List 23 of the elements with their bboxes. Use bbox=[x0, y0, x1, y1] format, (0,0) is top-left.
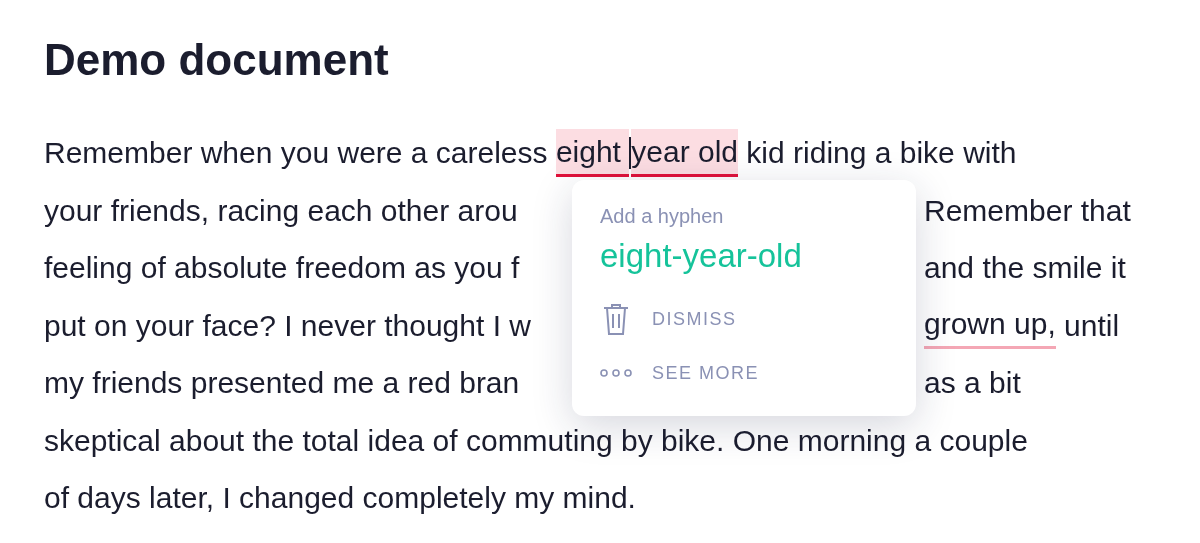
text-fragment: skeptical about the total idea of commuting by bike. One morning a couple bbox=[44, 422, 1028, 459]
text-fragment: feeling of absolute freedom as you f bbox=[44, 250, 520, 287]
text-fragment: my friends presented me a red bran bbox=[44, 365, 520, 402]
document-title: Demo document bbox=[44, 34, 390, 86]
underlined-text: grown up, bbox=[924, 301, 1056, 350]
text-fragment: kid riding a bike with bbox=[745, 135, 1017, 172]
suggestion-label: Add a hyphen bbox=[600, 204, 725, 229]
text-fragment: as a bit bbox=[924, 365, 1021, 402]
text-cursor bbox=[629, 136, 632, 169]
flagged-text: year old bbox=[631, 128, 738, 177]
text-fragment: your friends, racing each other arou bbox=[44, 192, 518, 229]
text-fragment: Remember that bbox=[924, 192, 1131, 229]
suggestion-button[interactable]: eight-year-old bbox=[600, 236, 802, 276]
action-button[interactable]: SEE MORE bbox=[600, 346, 760, 400]
flagged-text: eight bbox=[555, 128, 630, 177]
text-fragment: until bbox=[1063, 307, 1120, 344]
action-button[interactable]: DISMISS bbox=[600, 292, 737, 346]
dots-icon bbox=[600, 368, 632, 378]
text-fragment: put on your face? I never thought I w bbox=[44, 307, 531, 344]
text-fragment: and the smile it bbox=[924, 250, 1126, 287]
text-fragment: Remember when you were a careless bbox=[44, 135, 549, 172]
trash-icon bbox=[602, 302, 630, 336]
text-fragment: of days later, I changed completely my mind. bbox=[44, 480, 636, 517]
